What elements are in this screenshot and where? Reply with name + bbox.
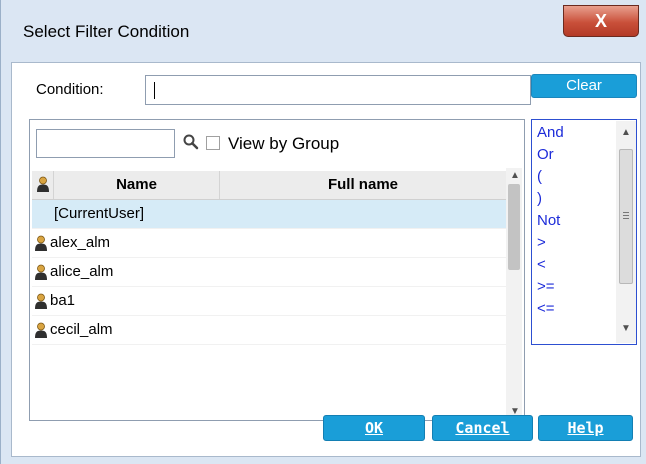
table-row[interactable]: alex_alm: [32, 229, 506, 258]
user-name-cell: alex_alm: [50, 234, 111, 251]
operator-item[interactable]: Not: [537, 212, 560, 229]
user-icon: [35, 235, 47, 251]
header-name[interactable]: Name: [54, 171, 220, 199]
user-icon: [37, 176, 49, 192]
operator-item[interactable]: <=: [537, 300, 555, 317]
header-user-column[interactable]: [32, 171, 54, 199]
user-name-cell: ba1: [50, 292, 76, 309]
operator-item[interactable]: ): [537, 190, 542, 207]
condition-label: Condition:: [36, 81, 104, 98]
dialog-title: Select Filter Condition: [23, 22, 190, 41]
operator-item[interactable]: Or: [537, 146, 554, 163]
ops-scroll-down-icon[interactable]: ▼: [621, 323, 631, 334]
users-scroll-thumb[interactable]: [508, 184, 520, 270]
operators-scroll-thumb[interactable]: [619, 149, 633, 284]
view-by-group-checkbox[interactable]: [206, 136, 220, 150]
users-table: Name Full name [CurrentUser] alex_almalic…: [32, 171, 506, 419]
table-row[interactable]: [CurrentUser]: [32, 200, 506, 229]
dialog-body: Condition: Clear View by Group Name Full…: [11, 62, 641, 457]
table-row[interactable]: ba1: [32, 287, 506, 316]
ops-scroll-up-icon[interactable]: ▲: [621, 127, 631, 138]
table-row[interactable]: alice_alm: [32, 258, 506, 287]
operator-item[interactable]: (: [537, 168, 542, 185]
search-icon[interactable]: [182, 133, 200, 151]
operators-scrollbar[interactable]: ▲ ▼: [616, 121, 636, 343]
user-name-cell: cecil_alm: [50, 321, 113, 338]
cancel-button[interactable]: Cancel: [432, 415, 533, 441]
close-button[interactable]: X: [563, 5, 639, 37]
condition-input[interactable]: [145, 75, 531, 105]
users-scrollbar[interactable]: ▲ ▼: [506, 168, 522, 420]
user-name-cell: alice_alm: [50, 263, 114, 280]
title-bar: Select Filter Condition X: [1, 0, 646, 62]
ok-button[interactable]: OK: [323, 415, 425, 441]
table-header: Name Full name: [32, 171, 506, 200]
users-panel: View by Group Name Full name [CurrentUse…: [29, 119, 525, 421]
user-icon: [35, 264, 47, 280]
help-button[interactable]: Help: [538, 415, 633, 441]
clear-button[interactable]: Clear: [531, 74, 637, 98]
operator-item[interactable]: >: [537, 234, 546, 251]
user-icon: [35, 322, 47, 338]
user-icon: [35, 293, 47, 309]
operators-list: And Or () Not > < >= <= ▲ ▼: [531, 119, 637, 345]
operator-item[interactable]: >=: [537, 278, 555, 295]
close-icon: X: [594, 11, 607, 31]
scroll-up-icon[interactable]: ▲: [510, 170, 520, 181]
view-by-group-label[interactable]: View by Group: [228, 134, 339, 154]
header-full-name[interactable]: Full name: [220, 171, 506, 199]
table-row[interactable]: cecil_alm: [32, 316, 506, 345]
operator-item[interactable]: <: [537, 256, 546, 273]
user-search-input[interactable]: [36, 129, 175, 158]
users-toolbar: View by Group: [30, 120, 524, 168]
filter-dialog: Select Filter Condition X Condition: Cle…: [0, 0, 646, 464]
operator-item[interactable]: And: [537, 124, 564, 141]
text-caret: [154, 82, 155, 99]
user-name-cell: [CurrentUser]: [54, 205, 145, 222]
